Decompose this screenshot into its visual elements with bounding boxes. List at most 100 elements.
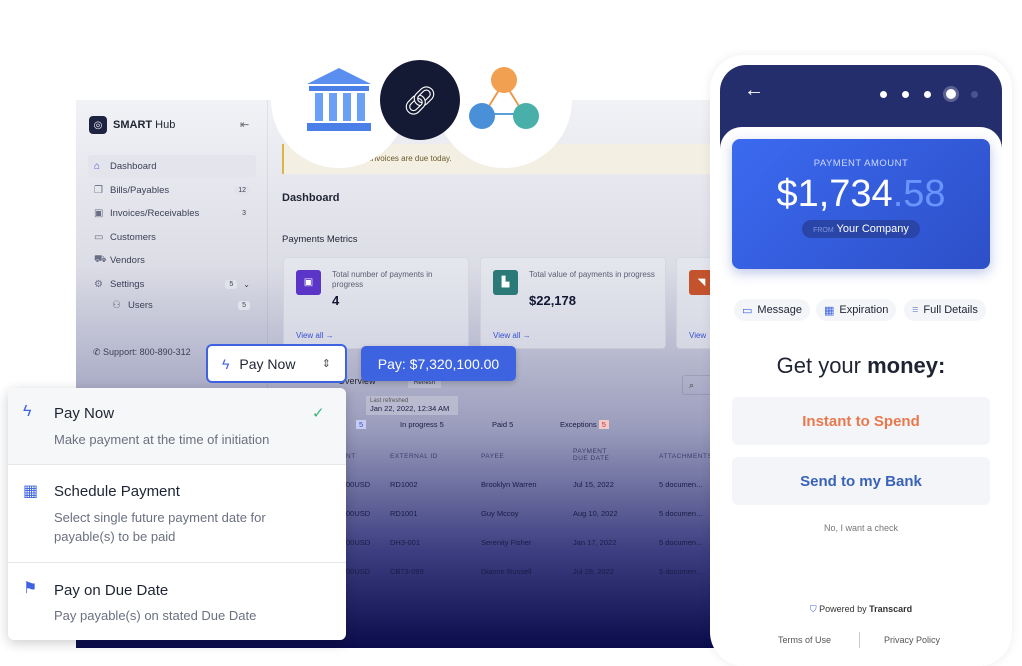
metric-value: 4 — [332, 293, 340, 308]
payment-method-menu: ϟ Pay Now Make payment at the time of init… — [8, 388, 346, 640]
column-header[interactable]: EXTERNAL ID — [390, 453, 438, 460]
briefcase-icon: ▭ — [94, 231, 104, 243]
metric-value: $22,178 — [529, 293, 576, 308]
step-dot — [902, 90, 909, 98]
link-badge: 🔗︎ — [380, 60, 460, 140]
step-indicator — [880, 89, 978, 99]
decline-check-link[interactable]: No, I want a check — [710, 523, 1012, 533]
table-cell: 5 documen... — [659, 538, 703, 547]
check-icon: ✓ — [312, 405, 325, 422]
headline-text: Get your — [776, 353, 868, 378]
label: Settings — [110, 278, 145, 290]
headline-bold: money: — [867, 353, 946, 378]
column-header[interactable]: NT — [346, 453, 356, 460]
send-to-bank-button[interactable]: Send to my Bank — [732, 457, 990, 505]
tab-label: Paid — [492, 420, 508, 429]
tab-exceptions[interactable]: Exceptions 5 — [560, 420, 609, 429]
pay-button[interactable]: Pay: $7,320,100.00 — [361, 346, 516, 381]
table-cell: 00USD — [346, 567, 371, 576]
home-icon: ⌂ — [94, 160, 101, 172]
label: Bills/Payables — [110, 184, 170, 196]
last-refreshed-tooltip: Last refreshed Jan 22, 2022, 12:34 AM — [366, 396, 458, 415]
menu-item-pay-on-due-date[interactable]: ⚑ Pay on Due Date Pay payable(s) on stated… — [8, 563, 346, 640]
back-arrow-icon[interactable]: ← — [744, 79, 764, 102]
flag-icon: ⚑ — [23, 580, 38, 597]
sidebar-item-customers[interactable]: ▭ Customers — [88, 226, 256, 248]
metric-card: ▙ Total value of payments in progress $22,… — [480, 257, 666, 349]
table-cell: CB73-099 — [390, 567, 424, 576]
from-pill: FROM Your Company — [802, 220, 920, 238]
instant-to-spend-button[interactable]: Instant to Spend — [732, 397, 990, 445]
column-header[interactable]: PAYEE — [481, 453, 504, 460]
gear-icon: ⚙ — [94, 278, 103, 290]
table-cell: Guy Mccoy — [481, 509, 519, 518]
tab-count: 5 — [509, 420, 514, 429]
option-title: Pay on Due Date — [54, 582, 169, 599]
message-button[interactable]: ▭ Message — [734, 299, 811, 321]
badge: 5 — [238, 300, 250, 310]
table-cell: RD1002 — [390, 480, 418, 489]
network-icon — [469, 67, 539, 129]
message-icon: ▭ — [742, 304, 753, 317]
view-all-link[interactable]: View — [689, 331, 706, 340]
view-all-link[interactable]: View all → — [493, 331, 531, 340]
label: Vendors — [110, 254, 145, 266]
tab-in-progress[interactable]: In progress 5 — [400, 420, 444, 429]
list-icon: ≡ — [912, 304, 919, 316]
tab-paid[interactable]: Paid 5 — [492, 420, 513, 429]
chip-label: Expiration — [839, 304, 889, 316]
payment-method-select[interactable]: ϟ Pay Now ⇕ — [206, 344, 347, 383]
money-icon: ▣ — [296, 270, 321, 295]
powered-text: Powered by — [819, 604, 870, 614]
powered-by: ⛉ Powered by Transcard — [710, 604, 1012, 615]
column-header[interactable]: PAYMENT DUE DATE — [573, 448, 623, 462]
sidebar-item-dashboard[interactable]: ⌂ Dashboard — [88, 155, 256, 177]
from-label: FROM — [813, 227, 834, 234]
brand-suffix: Hub — [152, 119, 176, 131]
sidebar-item-invoices[interactable]: ▣ Invoices/Receivables 3 — [88, 202, 256, 224]
collapse-sidebar-icon[interactable]: ⇤ — [240, 118, 249, 131]
sidebar-item-vendors[interactable]: ⛟ Vendors — [88, 249, 256, 271]
table-cell: 5 documen... — [659, 480, 703, 489]
support-phone: ✆ Support: 800-890-312 — [93, 347, 191, 358]
tab-all[interactable]: 5 — [356, 420, 367, 429]
headline: Get your money: — [710, 353, 1012, 379]
table-cell: Jan 17, 2022 — [573, 538, 617, 547]
powered-brand: Transcard — [869, 604, 913, 614]
table-cell: 00USD — [346, 480, 371, 489]
metric-label: Total number of payments in progress — [332, 270, 433, 289]
option-desc: Make payment at the time of initiation — [54, 432, 270, 447]
menu-item-pay-now[interactable]: ϟ Pay Now Make payment at the time of init… — [8, 388, 346, 465]
column-header[interactable]: ATTACHMENTS — [659, 453, 712, 460]
table-cell: Jul 28, 2022 — [573, 567, 614, 576]
option-title: Schedule Payment — [54, 483, 180, 500]
sidebar-item-users[interactable]: ⚇ Users 5 — [106, 294, 256, 316]
divider — [859, 632, 860, 648]
badge: 5 — [225, 279, 238, 289]
privacy-link[interactable]: Privacy Policy — [884, 635, 940, 645]
expiration-button[interactable]: ▦ Expiration — [816, 299, 897, 321]
menu-item-schedule-payment[interactable]: ▦ Schedule Payment Select single future pa… — [8, 465, 346, 563]
view-all-link[interactable]: View all → — [296, 331, 334, 340]
chevron-down-icon: ⌄ — [243, 279, 250, 289]
search-icon[interactable]: ⌕ — [682, 375, 712, 395]
updown-chevron-icon: ⇕ — [321, 358, 331, 370]
sidebar-item-bills[interactable]: ❐ Bills/Payables 12 — [88, 179, 256, 201]
page-title: Dashboard — [282, 192, 340, 204]
sidebar-item-settings[interactable]: ⚙ Settings 5 ⌄ — [88, 273, 256, 295]
from-name: Your Company — [836, 223, 909, 235]
terms-link[interactable]: Terms of Use — [778, 635, 831, 645]
lightning-icon: ϟ — [23, 403, 32, 420]
logo-icon: ◎ — [89, 116, 107, 134]
phone-icon: ✆ — [93, 347, 104, 357]
table-cell: RD1001 — [390, 509, 418, 518]
brand: SMART — [113, 119, 153, 131]
table-cell: 5 documen... — [659, 567, 703, 576]
tab-label: Exceptions — [560, 420, 597, 429]
step-dot — [971, 90, 978, 98]
full-details-button[interactable]: ≡ Full Details — [904, 299, 986, 321]
badge: 3 — [238, 208, 250, 218]
chart-icon: ▙ — [493, 270, 518, 295]
amount-main: $1,734 — [776, 173, 893, 215]
label: Users — [128, 299, 153, 311]
